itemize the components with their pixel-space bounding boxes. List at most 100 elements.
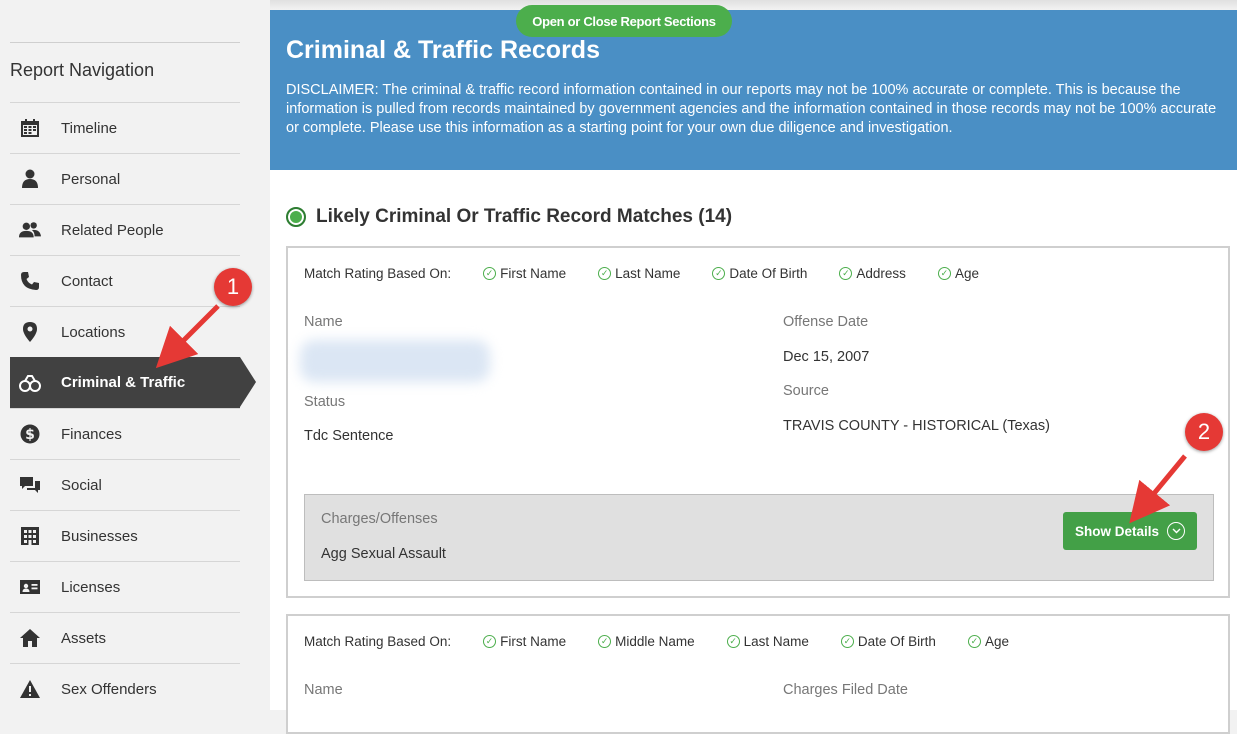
match-rating-row: Match Rating Based On: ✓ First Name ✓ Midd… bbox=[304, 634, 1041, 649]
sidebar: Report Navigation Timeline Personal Rela… bbox=[0, 0, 270, 710]
sidebar-title: Report Navigation bbox=[10, 60, 155, 80]
status-label: Status bbox=[304, 394, 346, 410]
matches-heading: Likely Criminal Or Traffic Record Matche… bbox=[286, 206, 732, 228]
map-pin-icon bbox=[19, 321, 41, 343]
charges-value: Agg Sexual Assault bbox=[321, 546, 446, 562]
sidebar-item-label: Criminal & Traffic bbox=[61, 374, 186, 391]
annotation-badge-2: 2 bbox=[1185, 413, 1223, 451]
sidebar-item-label: Sex Offenders bbox=[61, 680, 157, 698]
disclaimer-text: DISCLAIMER: The criminal & traffic recor… bbox=[286, 82, 1217, 136]
matches-heading-text: Likely Criminal Or Traffic Record Matche… bbox=[316, 206, 733, 227]
show-details-button[interactable]: Show Details bbox=[1063, 512, 1197, 550]
check-icon: ✓ bbox=[967, 635, 981, 648]
sidebar-item-label: Contact bbox=[61, 272, 113, 290]
handcuffs-icon bbox=[19, 372, 41, 394]
id-card-icon bbox=[19, 576, 41, 598]
criterion-label: Date Of Birth bbox=[729, 266, 808, 281]
match-rating-row: Match Rating Based On: ✓ First Name ✓ Last… bbox=[304, 266, 1011, 281]
sidebar-nav: Timeline Personal Related People Contact… bbox=[10, 102, 256, 714]
page-title: Criminal & Traffic Records bbox=[286, 36, 600, 64]
match-criterion: ✓ Middle Name bbox=[598, 634, 695, 649]
annotation-badge-1: 1 bbox=[214, 268, 252, 306]
match-criterion: ✓ First Name bbox=[483, 634, 566, 649]
record-card: Match Rating Based On: ✓ First Name ✓ Midd… bbox=[286, 614, 1230, 734]
sidebar-item-criminal-traffic[interactable]: Criminal & Traffic bbox=[10, 357, 256, 408]
check-icon: ✓ bbox=[483, 635, 497, 648]
check-icon: ✓ bbox=[598, 267, 612, 280]
sidebar-item-timeline[interactable]: Timeline bbox=[10, 102, 240, 153]
match-rating-label: Match Rating Based On: bbox=[304, 634, 452, 649]
match-criterion: ✓ Last Name bbox=[598, 266, 680, 281]
offense-date-label: Offense Date bbox=[783, 314, 869, 330]
sidebar-item-locations[interactable]: Locations bbox=[10, 306, 240, 357]
match-criterion: ✓ Address bbox=[839, 266, 906, 281]
sidebar-item-finances[interactable]: $ Finances bbox=[10, 408, 240, 459]
show-details-label: Show Details bbox=[1074, 523, 1160, 539]
criterion-label: Date Of Birth bbox=[857, 634, 936, 649]
match-rating-label: Match Rating Based On: bbox=[304, 266, 452, 281]
building-icon bbox=[19, 525, 41, 547]
sidebar-item-label: Finances bbox=[61, 425, 122, 443]
main-content: Criminal & Traffic Records DISCLAIMER: T… bbox=[270, 5, 1237, 734]
criterion-label: First Name bbox=[500, 266, 567, 281]
dollar-icon: $ bbox=[19, 423, 41, 445]
criterion-label: Last Name bbox=[743, 634, 809, 649]
warning-icon bbox=[19, 678, 41, 700]
sidebar-item-label: Assets bbox=[61, 629, 107, 647]
check-icon: ✓ bbox=[712, 267, 726, 280]
criterion-label: Middle Name bbox=[615, 634, 695, 649]
record-card: Match Rating Based On: ✓ First Name ✓ Last… bbox=[286, 246, 1230, 598]
toggle-sections-button[interactable]: Open or Close Report Sections bbox=[516, 5, 732, 37]
sidebar-item-label: Social bbox=[61, 476, 102, 494]
offense-date-value: Dec 15, 2007 bbox=[783, 349, 870, 365]
source-label: Source bbox=[783, 383, 829, 399]
check-icon: ✓ bbox=[483, 267, 497, 280]
svg-text:$: $ bbox=[25, 427, 35, 443]
check-icon: ✓ bbox=[726, 635, 740, 648]
match-criterion: ✓ Age bbox=[967, 634, 1009, 649]
criterion-label: Last Name bbox=[615, 266, 681, 281]
sidebar-item-assets[interactable]: Assets bbox=[10, 612, 240, 663]
phone-icon bbox=[19, 270, 41, 292]
match-criterion: ✓ Age bbox=[937, 266, 979, 281]
check-icon: ✓ bbox=[839, 267, 853, 280]
match-criterion: ✓ Last Name bbox=[726, 634, 809, 649]
check-icon: ✓ bbox=[937, 267, 951, 280]
redacted-name bbox=[300, 340, 490, 382]
status-value: Tdc Sentence bbox=[304, 428, 394, 444]
criterion-label: First Name bbox=[500, 634, 567, 649]
sidebar-item-sex-offenders[interactable]: Sex Offenders bbox=[10, 663, 240, 714]
criterion-label: Age bbox=[954, 266, 979, 281]
sidebar-item-contact[interactable]: Contact bbox=[10, 255, 240, 306]
sidebar-item-related-people[interactable]: Related People bbox=[10, 204, 240, 255]
sidebar-item-label: Licenses bbox=[61, 578, 121, 596]
check-icon: ✓ bbox=[598, 635, 612, 648]
match-criterion: ✓ Date Of Birth bbox=[712, 266, 807, 281]
criterion-label: Age bbox=[984, 634, 1009, 649]
home-icon bbox=[19, 627, 41, 649]
name-label: Name bbox=[304, 314, 343, 330]
sidebar-divider bbox=[10, 42, 240, 43]
chevron-down-icon bbox=[1167, 522, 1186, 540]
people-icon bbox=[19, 219, 41, 241]
sidebar-item-label: Personal bbox=[61, 170, 121, 188]
source-value: TRAVIS COUNTY - HISTORICAL (Texas) bbox=[783, 418, 1050, 434]
sidebar-item-label: Locations bbox=[61, 323, 126, 341]
charges-filed-date-label: Charges Filed Date bbox=[783, 682, 908, 698]
sidebar-item-personal[interactable]: Personal bbox=[10, 153, 240, 204]
sidebar-item-label: Businesses bbox=[61, 527, 138, 545]
sidebar-item-social[interactable]: Social bbox=[10, 459, 240, 510]
criterion-label: Address bbox=[856, 266, 906, 281]
sidebar-item-label: Related People bbox=[61, 221, 164, 239]
name-label: Name bbox=[304, 682, 343, 698]
section-banner: Criminal & Traffic Records DISCLAIMER: T… bbox=[270, 10, 1237, 170]
sidebar-item-licenses[interactable]: Licenses bbox=[10, 561, 240, 612]
chat-icon bbox=[19, 474, 41, 496]
sidebar-item-businesses[interactable]: Businesses bbox=[10, 510, 240, 561]
match-criterion: ✓ Date Of Birth bbox=[840, 634, 936, 649]
charges-panel: Charges/Offenses Agg Sexual Assault Show… bbox=[304, 494, 1214, 581]
sidebar-item-label: Timeline bbox=[61, 119, 118, 137]
status-dot-icon bbox=[286, 207, 306, 227]
calendar-icon bbox=[19, 117, 41, 139]
match-criterion: ✓ First Name bbox=[483, 266, 566, 281]
